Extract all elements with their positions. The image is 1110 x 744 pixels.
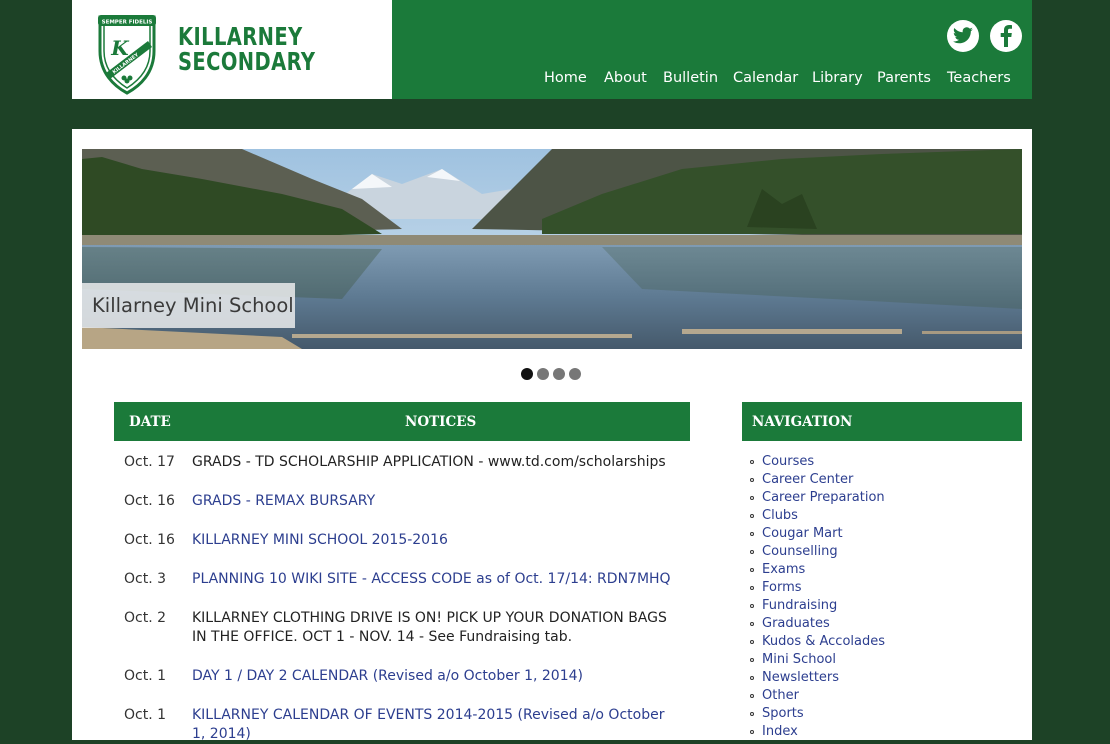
sidenav-item: Graduates	[750, 615, 885, 633]
sidenav-link-newsletters[interactable]: Newsletters	[762, 670, 839, 685]
school-name: KILLARNEY SECONDARY	[178, 24, 315, 74]
slider-dot-1[interactable]	[521, 368, 533, 380]
school-name-line1: KILLARNEY	[178, 22, 303, 51]
nav-about[interactable]: About	[604, 70, 647, 86]
sidenav-item: Career Center	[750, 471, 885, 489]
sidenav-item: Exams	[750, 561, 885, 579]
sidenav-link-mini-school[interactable]: Mini School	[762, 652, 836, 667]
facebook-button[interactable]	[990, 20, 1022, 52]
nav-calendar[interactable]: Calendar	[733, 70, 798, 86]
crest-motto: SEMPER FIDELIS	[102, 20, 153, 26]
twitter-icon	[953, 27, 973, 44]
notice-date: Oct. 17	[124, 454, 175, 470]
notice-title: GRADS - TD SCHOLARSHIP APPLICATION - www…	[192, 454, 666, 470]
nav-library[interactable]: Library	[812, 70, 863, 86]
sidenav-item: Index	[750, 723, 885, 741]
school-name-line2: SECONDARY	[178, 47, 316, 76]
side-navigation: NAVIGATION Courses Career Center Career …	[742, 402, 1022, 739]
sidenav-link-index[interactable]: Index	[762, 724, 798, 739]
notice-date: Oct. 1	[124, 668, 167, 684]
sidenav-link-exams[interactable]: Exams	[762, 562, 805, 577]
notices-header-row: DATE NOTICES	[114, 402, 690, 441]
sidenav-item: Forms	[750, 579, 885, 597]
notices-column-header: NOTICES	[405, 414, 477, 430]
content-panel: Killarney Mini School DATE NOTICES Oct. …	[72, 129, 1032, 742]
sidenav-link-kudos-accolades[interactable]: Kudos & Accolades	[762, 634, 885, 649]
sidenav-link-counselling[interactable]: Counselling	[762, 544, 838, 559]
nav-bulletin[interactable]: Bulletin	[663, 70, 718, 86]
notice-date: Oct. 2	[124, 610, 167, 626]
slider-dot-4[interactable]	[569, 368, 581, 380]
sidenav-item: Kudos & Accolades	[750, 633, 885, 651]
notice-date: Oct. 16	[124, 532, 175, 548]
side-navigation-list: Courses Career Center Career Preparation…	[750, 453, 885, 741]
sidenav-item: Counselling	[750, 543, 885, 561]
nav-home[interactable]: Home	[544, 70, 587, 86]
sidenav-item: Newsletters	[750, 669, 885, 687]
sidenav-link-career-preparation[interactable]: Career Preparation	[762, 490, 885, 505]
sidenav-link-graduates[interactable]: Graduates	[762, 616, 830, 631]
image-slider[interactable]: Killarney Mini School	[82, 149, 1022, 349]
sidenav-item: Career Preparation	[750, 489, 885, 507]
side-navigation-header: NAVIGATION	[742, 402, 1022, 441]
notice-date: Oct. 16	[124, 493, 175, 509]
slider-dot-3[interactable]	[553, 368, 565, 380]
sidenav-item: Mini School	[750, 651, 885, 669]
sidenav-item: Clubs	[750, 507, 885, 525]
date-column-header: DATE	[129, 414, 171, 430]
header-nav-area: Home About Bulletin Calendar Library Par…	[392, 0, 1032, 99]
facebook-icon	[1000, 25, 1012, 47]
sidenav-link-sports[interactable]: Sports	[762, 706, 804, 721]
school-crest-logo: SEMPER FIDELIS K KILLARNEY	[98, 15, 156, 95]
sidenav-link-other[interactable]: Other	[762, 688, 799, 703]
sidenav-item: Cougar Mart	[750, 525, 885, 543]
notice-link[interactable]: KILLARNEY CALENDAR OF EVENTS 2014-2015 (…	[192, 706, 682, 744]
nav-teachers[interactable]: Teachers	[947, 70, 1011, 86]
twitter-button[interactable]	[947, 20, 979, 52]
side-navigation-title: NAVIGATION	[752, 414, 853, 430]
notice-date: Oct. 1	[124, 707, 167, 723]
notice-link[interactable]: KILLARNEY MINI SCHOOL 2015-2016	[192, 531, 682, 550]
sidenav-link-career-center[interactable]: Career Center	[762, 472, 853, 487]
svg-text:K: K	[110, 36, 130, 60]
sidenav-item: Sports	[750, 705, 885, 723]
main-navigation: Home About Bulletin Calendar Library Par…	[392, 70, 1032, 90]
slide-caption: Killarney Mini School	[82, 283, 295, 328]
notices-table: DATE NOTICES Oct. 17 GRADS - TD SCHOLARS…	[114, 402, 690, 742]
sidenav-link-fundraising[interactable]: Fundraising	[762, 598, 837, 613]
notice-date: Oct. 3	[124, 571, 167, 587]
sidenav-link-clubs[interactable]: Clubs	[762, 508, 798, 523]
nav-parents[interactable]: Parents	[877, 70, 931, 86]
notice-link[interactable]: DAY 1 / DAY 2 CALENDAR (Revised a/o Octo…	[192, 667, 682, 686]
sidenav-item: Fundraising	[750, 597, 885, 615]
sidenav-item: Other	[750, 687, 885, 705]
slider-dot-2[interactable]	[537, 368, 549, 380]
sidenav-link-forms[interactable]: Forms	[762, 580, 802, 595]
sidenav-link-cougar-mart[interactable]: Cougar Mart	[762, 526, 843, 541]
sidenav-link-courses[interactable]: Courses	[762, 454, 814, 469]
notice-link[interactable]: PLANNING 10 WIKI SITE - ACCESS CODE as o…	[192, 570, 682, 589]
notice-link[interactable]: GRADS - REMAX BURSARY	[192, 492, 682, 511]
notice-title: KILLARNEY CLOTHING DRIVE IS ON! PICK UP …	[192, 610, 667, 645]
sidenav-item: Courses	[750, 453, 885, 471]
header-logo-area: SEMPER FIDELIS K KILLARNEY KILLARNEY SEC…	[72, 0, 392, 99]
